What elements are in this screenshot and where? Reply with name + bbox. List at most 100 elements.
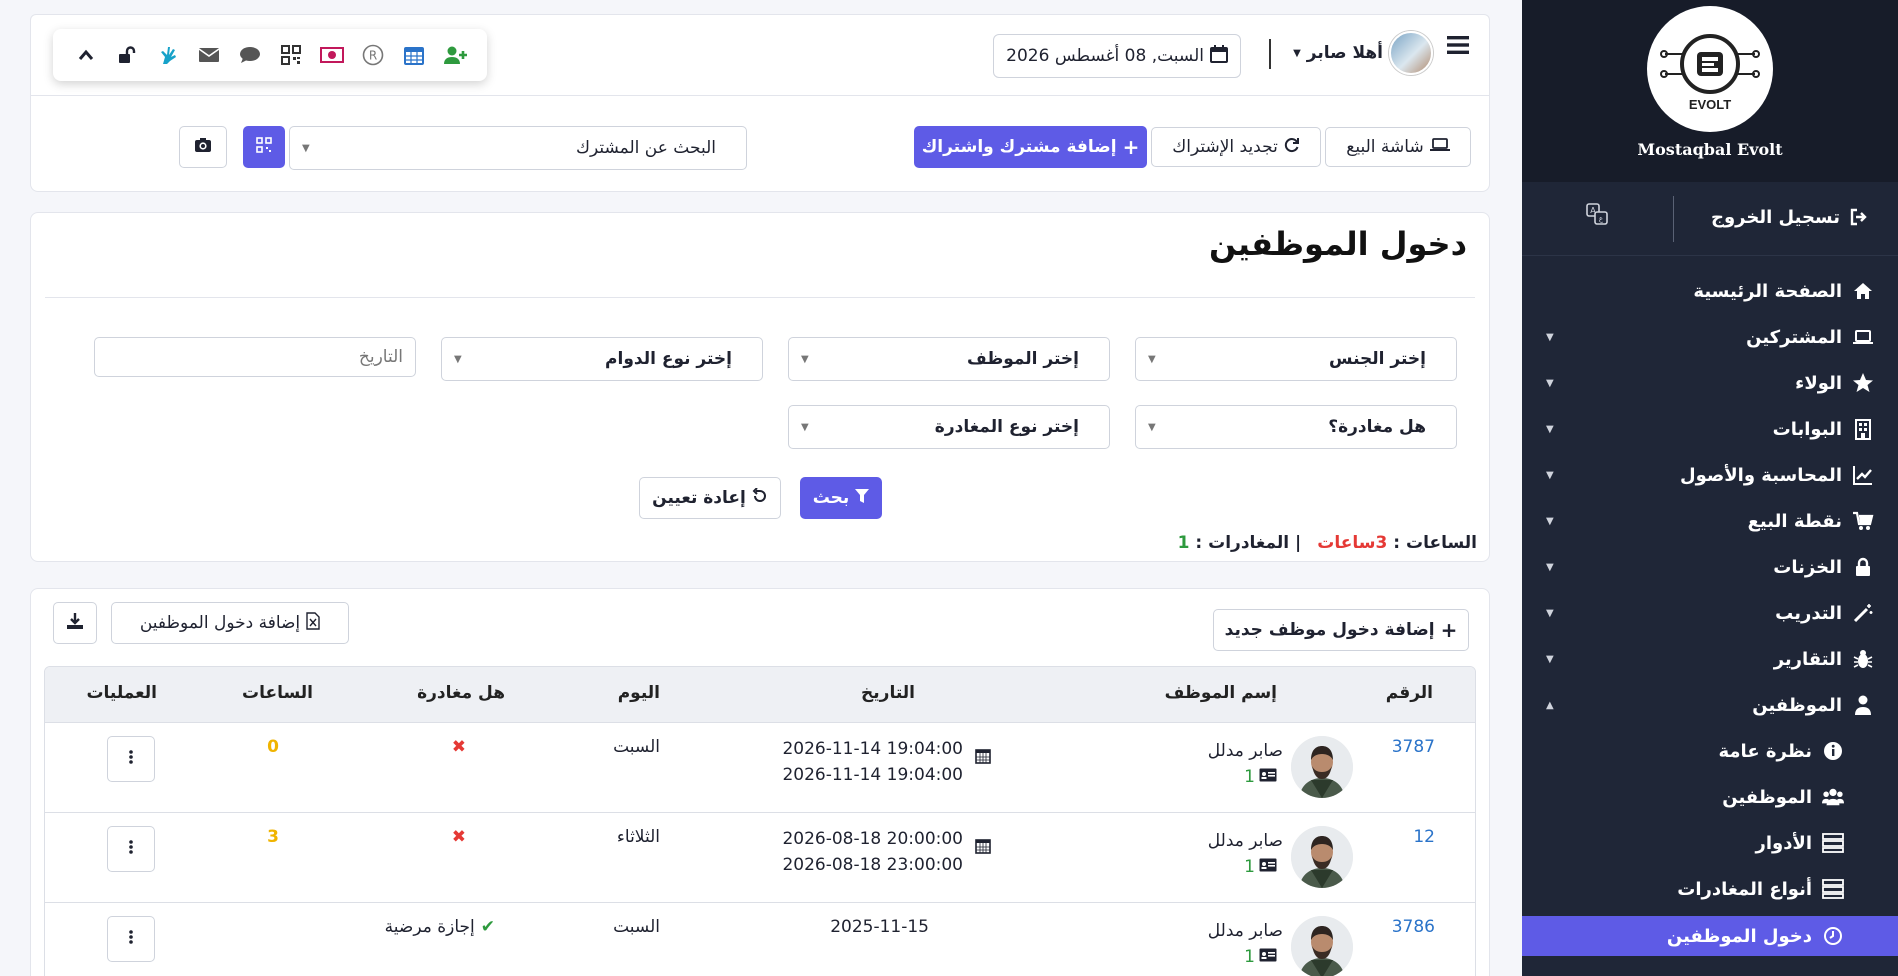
svg-text:A: A	[1590, 206, 1596, 215]
row-actions-button[interactable]	[107, 916, 155, 962]
reset-button-label: إعادة تعيين	[652, 488, 746, 508]
sidebar-item-reports[interactable]: التقارير ▼	[1522, 640, 1898, 678]
download-button[interactable]	[53, 602, 97, 644]
employee-photo	[1291, 736, 1353, 798]
sidebar-item-subscribers[interactable]: المشتركين ▼	[1522, 318, 1898, 356]
leave-status: ✔ إجازة مرضية	[385, 917, 495, 937]
sidebar-subitem-leave-types[interactable]: أنواع المغادرات	[1522, 870, 1898, 908]
column-header-is-leave: هل مغادرة	[417, 683, 505, 703]
registered-icon[interactable]: R	[360, 42, 386, 68]
undo-icon	[752, 486, 768, 509]
search-button-label: بحث	[812, 488, 850, 508]
sidebar-subitem-employee-attendance[interactable]: دخول الموظفين	[1522, 916, 1898, 956]
user-menu[interactable]: أهلا صابر ▼	[1293, 31, 1433, 75]
row-id-link[interactable]: 12	[1413, 827, 1435, 847]
sidebar-item-loyalty[interactable]: الولاء ▼	[1522, 364, 1898, 402]
reset-button[interactable]: إعادة تعيين	[639, 477, 781, 519]
brand-logo[interactable]: EVOLT	[1647, 6, 1773, 132]
calendar-icon[interactable]	[401, 42, 427, 68]
calendar-icon	[1210, 44, 1228, 68]
sidebar-item-label: الأدوار	[1755, 832, 1812, 854]
exit-datetime: 2026-08-18 23:00:00	[782, 855, 963, 875]
row-actions-button[interactable]	[107, 826, 155, 872]
column-header-name: إسم الموظف	[1164, 683, 1277, 703]
comment-icon[interactable]	[237, 42, 263, 68]
filter-icon	[855, 488, 870, 508]
hamburger-menu-icon[interactable]	[1447, 35, 1469, 60]
qrcode-icon	[256, 136, 272, 158]
sign-language-icon[interactable]	[155, 42, 181, 68]
sidebar-item-label: نقطة البيع	[1747, 510, 1842, 532]
sidebar-item-employees[interactable]: الموظفين ▲	[1522, 686, 1898, 724]
row-id-link[interactable]: 3786	[1392, 917, 1435, 937]
server-icon	[1822, 878, 1844, 900]
camera-button[interactable]	[179, 126, 227, 168]
sidebar-item-training[interactable]: التدريب ▼	[1522, 594, 1898, 632]
caret-up-icon: ▲	[1546, 699, 1554, 711]
money-bill-icon[interactable]	[319, 42, 345, 68]
sidebar-item-safes[interactable]: الخزنات ▼	[1522, 548, 1898, 586]
table-row: 3787 صابر مدلل 1 2026-11-14 19:04:00 202…	[45, 723, 1475, 813]
column-header-hours: الساعات	[242, 683, 313, 703]
sidebar-item-accounting[interactable]: المحاسبة والأصول ▼	[1522, 456, 1898, 494]
caret-down-icon: ▼	[454, 353, 462, 365]
camera-icon	[194, 137, 212, 158]
sidebar-subitem-employees[interactable]: الموظفين	[1522, 778, 1898, 816]
building-icon	[1852, 418, 1874, 440]
sidebar-item-label: التدريب	[1775, 602, 1842, 624]
check-icon: ✔	[480, 917, 495, 937]
laptop-icon	[1429, 137, 1450, 158]
sidebar-subitem-overview[interactable]: نظرة عامة	[1522, 732, 1898, 770]
magic-wand-icon	[1852, 602, 1874, 624]
envelope-icon[interactable]	[196, 42, 222, 68]
caret-down-icon: ▼	[1546, 515, 1554, 527]
sidebar-item-gates[interactable]: البوابات ▼	[1522, 410, 1898, 448]
sidebar-subitem-roles[interactable]: الأدوار	[1522, 824, 1898, 862]
row-actions-button[interactable]	[107, 736, 155, 782]
action-bar: شاشة البيع تجديد الإشتراك + إضافة مشترك …	[30, 96, 1490, 192]
add-subscriber-button[interactable]: + إضافة مشترك واشتراك	[914, 126, 1147, 168]
plus-icon: +	[1122, 135, 1140, 159]
exit-datetime: 2026-11-14 19:04:00	[782, 765, 963, 785]
logout-button[interactable]: تسجيل الخروج	[1711, 206, 1870, 228]
sidebar-item-label: دخول الموظفين	[1666, 925, 1812, 947]
import-attendance-button[interactable]: إضافة دخول الموظفين	[111, 602, 349, 644]
language-icon[interactable]: Aع	[1585, 202, 1609, 231]
caret-down-icon: ▼	[1546, 561, 1554, 573]
sidebar-item-home[interactable]: الصفحة الرئيسية	[1522, 272, 1898, 310]
shift-type-select[interactable]: إختر نوع الدوام ▼	[441, 337, 763, 381]
lock-icon	[1852, 556, 1874, 578]
day-name: السبت	[613, 737, 660, 757]
renew-subscription-button[interactable]: تجديد الإشتراك	[1151, 127, 1321, 167]
home-icon	[1852, 280, 1874, 302]
sidebar-item-pos[interactable]: نقطة البيع ▼	[1522, 502, 1898, 540]
caret-down-icon: ▼	[1293, 47, 1301, 59]
date-field[interactable]: التاريخ	[94, 337, 416, 377]
is-leave-select[interactable]: هل مغادرة؟ ▼	[1135, 405, 1457, 449]
employee-badge-count: 1	[1244, 947, 1255, 967]
add-new-attendance-button[interactable]: + إضافة دخول موظف جديد	[1213, 609, 1469, 651]
chevron-up-icon[interactable]	[73, 42, 99, 68]
subscriber-search-select[interactable]: البحث عن المشترك ▼	[289, 126, 747, 170]
leave-type-select-value: إختر نوع المغادرة	[934, 417, 1079, 437]
brand-name: Mostaqbal Evolt	[1637, 140, 1783, 159]
hours-value: 3ساعات	[1317, 533, 1388, 553]
sidebar-brand: EVOLT Mostaqbal Evolt	[1522, 0, 1898, 182]
leave-type-select[interactable]: إختر نوع المغادرة ▼	[788, 405, 1110, 449]
row-id-link[interactable]: 3787	[1392, 737, 1435, 757]
employee-badge: 1	[1244, 857, 1277, 877]
search-button[interactable]: بحث	[800, 477, 882, 519]
employee-select[interactable]: إختر الموظف ▼	[788, 337, 1110, 381]
pos-screen-button[interactable]: شاشة البيع	[1325, 127, 1471, 167]
qr-scan-button[interactable]	[243, 126, 285, 168]
user-plus-icon[interactable]	[442, 42, 468, 68]
gender-select[interactable]: إختر الجنس ▼	[1135, 337, 1457, 381]
qrcode-icon[interactable]	[278, 42, 304, 68]
hours-count: 3	[267, 827, 279, 847]
current-date: السبت, 08 أغسطس 2026	[993, 34, 1241, 78]
entry-datetime: 2026-11-14 19:04:00	[782, 739, 963, 759]
day-name: السبت	[613, 917, 660, 937]
employee-name: صابر مدلل	[1207, 831, 1283, 851]
id-card-icon	[1259, 947, 1277, 967]
unlock-icon[interactable]	[114, 42, 140, 68]
